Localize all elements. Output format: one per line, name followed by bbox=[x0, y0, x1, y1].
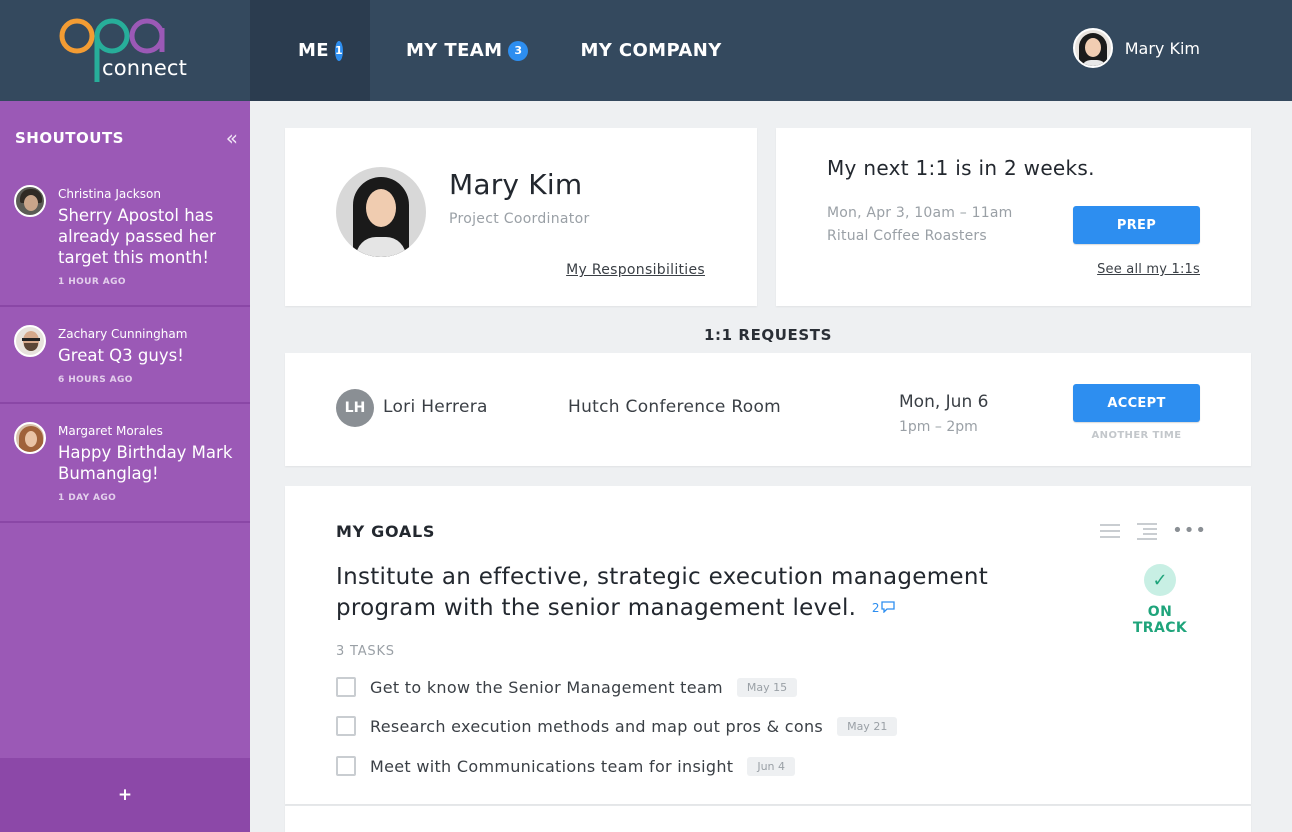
user-menu[interactable]: Mary Kim bbox=[1072, 28, 1200, 68]
prep-button[interactable]: PREP bbox=[1073, 206, 1200, 244]
logo-subtext: connect bbox=[102, 56, 188, 80]
task-text: Meet with Communications team for insigh… bbox=[370, 756, 734, 776]
shoutouts-sidebar: SHOUTOUTS « Christina Jackson Sherry Apo… bbox=[0, 101, 250, 832]
shoutout-message: Happy Birthday Mark Bumanglag! bbox=[58, 443, 233, 483]
another-time-link[interactable]: ANOTHER TIME bbox=[1073, 430, 1200, 441]
request-row: LH Lori Herrera Hutch Conference Room Mo… bbox=[285, 353, 1251, 466]
shoutout-author: Margaret Morales bbox=[58, 424, 163, 438]
shoutout-author: Zachary Cunningham bbox=[58, 327, 188, 341]
next-one-on-one-date: Mon, Apr 3, 10am – 11am bbox=[827, 205, 1013, 221]
logo-area: connect bbox=[0, 0, 250, 101]
double-chevron-left-icon[interactable]: « bbox=[226, 126, 238, 150]
profile-role: Project Coordinator bbox=[449, 211, 590, 227]
comment-count[interactable]: 2 bbox=[872, 601, 895, 615]
comment-count-value: 2 bbox=[871, 601, 880, 615]
task-text: Research execution methods and map out p… bbox=[370, 716, 824, 736]
tab-me[interactable]: ME 1 bbox=[250, 0, 370, 101]
shoutout-message: Sherry Apostol has already passed her ta… bbox=[58, 206, 216, 267]
task-due-date: May 15 bbox=[736, 677, 798, 697]
main-nav: ME 1 MY TEAM 3 MY COMPANY bbox=[250, 0, 750, 101]
requests-section-title: 1:1 REQUESTS bbox=[703, 326, 833, 344]
user-avatar bbox=[1072, 28, 1113, 68]
task-item: Meet with Communications team for insigh… bbox=[336, 756, 796, 776]
shoutout-item[interactable]: Margaret Morales Happy Birthday Mark Bum… bbox=[0, 404, 250, 523]
task-due-date: Jun 4 bbox=[747, 756, 796, 776]
shoutout-author: Christina Jackson bbox=[58, 187, 161, 201]
goals-card: MY GOALS ••• Institute an effective, str… bbox=[285, 486, 1251, 804]
list-view-icon[interactable] bbox=[1100, 522, 1121, 540]
request-room: Hutch Conference Room bbox=[568, 397, 782, 417]
requester-name: Lori Herrera bbox=[383, 397, 488, 417]
task-checkbox[interactable] bbox=[336, 716, 356, 736]
next-card-edge bbox=[285, 805, 1251, 832]
task-due-date: May 21 bbox=[837, 716, 898, 736]
task-item: Research execution methods and map out p… bbox=[336, 716, 898, 736]
check-icon: ✓ bbox=[1144, 564, 1176, 596]
tab-my-company-label: MY COMPANY bbox=[580, 40, 722, 61]
goal-status: ✓ ON TRACK bbox=[1120, 564, 1200, 636]
app-logo[interactable]: connect bbox=[58, 14, 198, 86]
task-item: Get to know the Senior Management team M… bbox=[336, 677, 798, 697]
task-checkbox[interactable] bbox=[336, 677, 356, 697]
shoutout-body: Margaret Morales Happy Birthday Mark Bum… bbox=[58, 422, 236, 503]
shoutout-body: Zachary Cunningham Great Q3 guys! 6 HOUR… bbox=[58, 325, 187, 385]
shoutout-time: 1 DAY AGO bbox=[58, 493, 117, 503]
detail-view-icon[interactable] bbox=[1137, 522, 1158, 540]
avatar bbox=[14, 422, 46, 454]
goal-status-label: ON TRACK bbox=[1132, 604, 1188, 636]
request-time: 1pm – 2pm bbox=[899, 419, 978, 435]
shoutout-item[interactable]: Christina Jackson Sherry Apostol has alr… bbox=[0, 175, 250, 307]
next-one-on-one-title: My next 1:1 is in 2 weeks. bbox=[827, 156, 1095, 180]
profile-name: Mary Kim bbox=[449, 168, 583, 201]
next-one-on-one-card: My next 1:1 is in 2 weeks. Mon, Apr 3, 1… bbox=[776, 128, 1251, 306]
goal-tools: ••• bbox=[1083, 522, 1207, 540]
shoutout-message: Great Q3 guys! bbox=[58, 346, 184, 365]
comment-icon bbox=[881, 601, 895, 614]
shoutout-body: Christina Jackson Sherry Apostol has alr… bbox=[58, 185, 236, 287]
sidebar-header: SHOUTOUTS « bbox=[0, 101, 250, 175]
add-shoutout-button[interactable]: + bbox=[0, 758, 250, 832]
see-all-one-on-ones-link[interactable]: See all my 1:1s bbox=[1097, 262, 1200, 277]
shoutout-time: 6 HOURS AGO bbox=[58, 375, 133, 385]
tasks-count-label: 3 TASKS bbox=[336, 644, 395, 659]
tab-my-company[interactable]: MY COMPANY bbox=[554, 0, 749, 101]
tab-me-badge: 1 bbox=[335, 40, 344, 61]
goal-text: Institute an effective, strategic execut… bbox=[336, 562, 1016, 624]
tab-me-label: ME bbox=[298, 40, 330, 61]
shoutout-item[interactable]: Zachary Cunningham Great Q3 guys! 6 HOUR… bbox=[0, 307, 250, 404]
user-name: Mary Kim bbox=[1124, 38, 1200, 58]
accept-button[interactable]: ACCEPT bbox=[1073, 384, 1200, 422]
requester-initials-avatar: LH bbox=[336, 389, 374, 427]
tab-my-team-label: MY TEAM bbox=[406, 40, 503, 61]
sidebar-title: SHOUTOUTS bbox=[15, 129, 124, 147]
task-text: Get to know the Senior Management team bbox=[370, 677, 723, 697]
shoutout-time: 1 HOUR AGO bbox=[58, 277, 126, 287]
request-day: Mon, Jun 6 bbox=[899, 392, 989, 412]
more-options-icon[interactable]: ••• bbox=[1172, 522, 1207, 540]
avatar bbox=[14, 185, 46, 217]
my-responsibilities-link[interactable]: My Responsibilities bbox=[566, 262, 705, 278]
profile-card: Mary Kim Project Coordinator My Responsi… bbox=[285, 128, 757, 306]
task-checkbox[interactable] bbox=[336, 756, 356, 776]
tab-my-team-badge: 3 bbox=[508, 40, 529, 61]
tab-my-team[interactable]: MY TEAM 3 bbox=[370, 0, 554, 101]
top-header: connect ME 1 MY TEAM 3 MY COMPANY Mary K… bbox=[0, 0, 1292, 101]
goals-title: MY GOALS bbox=[336, 522, 436, 541]
avatar bbox=[14, 325, 46, 357]
profile-avatar bbox=[336, 167, 426, 257]
next-one-on-one-place: Ritual Coffee Roasters bbox=[827, 228, 987, 244]
